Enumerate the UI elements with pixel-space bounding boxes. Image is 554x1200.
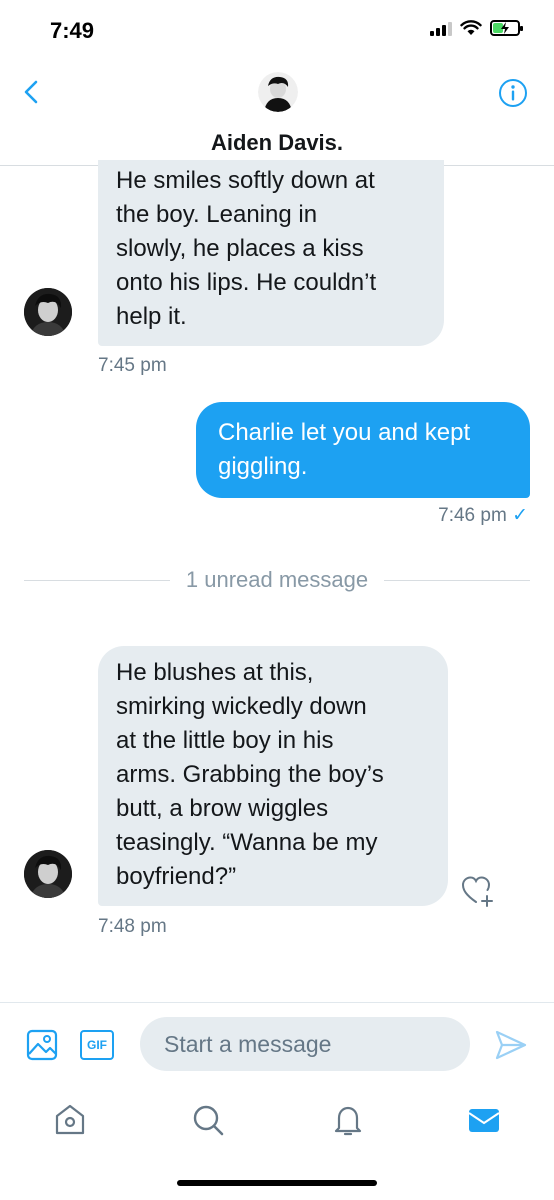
tab-bar: [0, 1090, 554, 1150]
status-icons: [430, 20, 523, 36]
wifi-icon: [460, 20, 482, 35]
message-line: Charlie let you and kept: [218, 419, 471, 446]
message-line: butt, a brow wiggles: [116, 795, 329, 822]
status-bar: 7:49: [0, 0, 554, 60]
message-line: at the little boy in his: [116, 727, 334, 754]
message-line: smirking wickedly down: [116, 693, 367, 720]
home-icon[interactable]: [52, 1102, 88, 1138]
messages-envelope-icon[interactable]: [466, 1102, 502, 1138]
message-line: He blushes at this,: [116, 659, 314, 686]
message-line: teasingly. “Wanna be my: [116, 829, 378, 856]
notifications-bell-icon[interactable]: [330, 1102, 366, 1138]
divider-line: [384, 579, 531, 581]
timestamp-text: 7:46 pm: [438, 505, 507, 526]
message-bubble[interactable]: He blushes at this, smirking wickedly do…: [98, 646, 448, 906]
image-icon[interactable]: [26, 1029, 58, 1061]
divider-line: [24, 579, 170, 581]
header-avatar[interactable]: [258, 72, 298, 112]
send-icon[interactable]: [494, 1029, 528, 1061]
message-composer: GIF: [0, 1002, 554, 1086]
gif-label: GIF: [87, 1038, 107, 1052]
message-line: He smiles softly down at: [116, 167, 375, 194]
battery-charging-icon: [490, 20, 523, 36]
read-check-icon: ✓: [512, 505, 528, 526]
home-indicator: [177, 1180, 377, 1186]
signal-icon: [430, 20, 452, 36]
message-line: the boy. Leaning in: [116, 201, 318, 228]
message-bubble-outgoing[interactable]: Charlie let you and kept giggling.: [196, 402, 530, 498]
chevron-left-icon[interactable]: [18, 78, 46, 106]
unread-divider: 1 unread message: [24, 565, 531, 595]
message-input[interactable]: [140, 1017, 470, 1071]
info-icon[interactable]: [498, 78, 528, 108]
message-line: slowly, he places a kiss: [116, 235, 364, 262]
sender-avatar[interactable]: [24, 288, 72, 336]
message-line: giggling.: [218, 453, 308, 480]
search-icon[interactable]: [190, 1102, 226, 1138]
conversation-header: Aiden Davis.: [0, 60, 554, 166]
status-time: 7:49: [50, 18, 95, 43]
gif-button[interactable]: GIF: [80, 1030, 114, 1060]
message-timestamp: 7:45 pm: [98, 355, 167, 376]
message-line: onto his lips. He couldn’t: [116, 269, 377, 296]
message-line: arms. Grabbing the boy’s: [116, 761, 384, 788]
message-bubble[interactable]: He smiles softly down at the boy. Leanin…: [98, 160, 444, 346]
sender-avatar[interactable]: [24, 850, 72, 898]
message-line: boyfriend?”: [116, 863, 237, 890]
like-heart-icon[interactable]: [460, 874, 496, 908]
message-timestamp: 7:48 pm: [98, 916, 167, 937]
unread-label: 1 unread message: [185, 567, 369, 592]
message-line: help it.: [116, 303, 187, 330]
message-timestamp: 7:46 pm ✓: [438, 504, 528, 527]
contact-name[interactable]: Aiden Davis.: [0, 130, 554, 156]
